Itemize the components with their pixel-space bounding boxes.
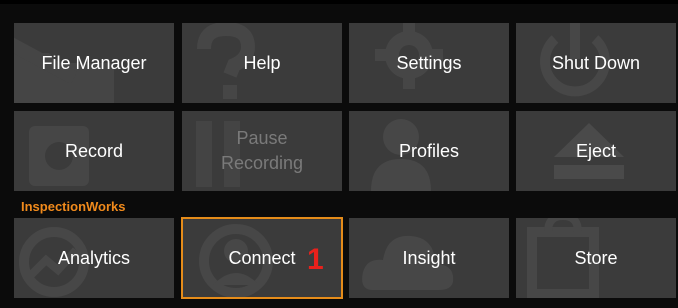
file-manager-tile[interactable]: File Manager — [14, 23, 174, 103]
insight-label: Insight — [402, 247, 456, 268]
section-label: InspectionWorks — [21, 199, 126, 214]
connect-label: Connect — [228, 247, 296, 268]
profiles-tile[interactable]: Profiles — [349, 111, 509, 191]
help-label: Help — [243, 52, 281, 73]
help-tile[interactable]: Help — [182, 23, 342, 103]
insight-tile[interactable]: Insight — [349, 218, 509, 298]
settings-label: Settings — [396, 52, 462, 73]
top-edge — [0, 0, 678, 4]
record-label: Record — [64, 140, 124, 161]
shut-down-tile[interactable]: Shut Down — [516, 23, 676, 103]
connect-tile[interactable]: Connect 1 — [181, 217, 343, 299]
store-label: Store — [574, 247, 618, 268]
notification-badge: 1 — [307, 243, 324, 276]
pause-recording-label: Pause Recording — [220, 128, 304, 173]
settings-tile[interactable]: Settings — [349, 23, 509, 103]
eject-tile[interactable]: Eject — [516, 111, 676, 191]
analytics-tile[interactable]: Analytics — [14, 218, 174, 298]
record-tile[interactable]: Record — [14, 111, 174, 191]
profiles-label: Profiles — [398, 140, 460, 161]
store-tile[interactable]: Store — [516, 218, 676, 298]
pause-recording-tile[interactable]: Pause Recording — [182, 111, 342, 191]
file-manager-label: File Manager — [41, 52, 147, 73]
shut-down-label: Shut Down — [551, 52, 641, 73]
analytics-label: Analytics — [57, 247, 131, 268]
eject-label: Eject — [575, 140, 617, 161]
